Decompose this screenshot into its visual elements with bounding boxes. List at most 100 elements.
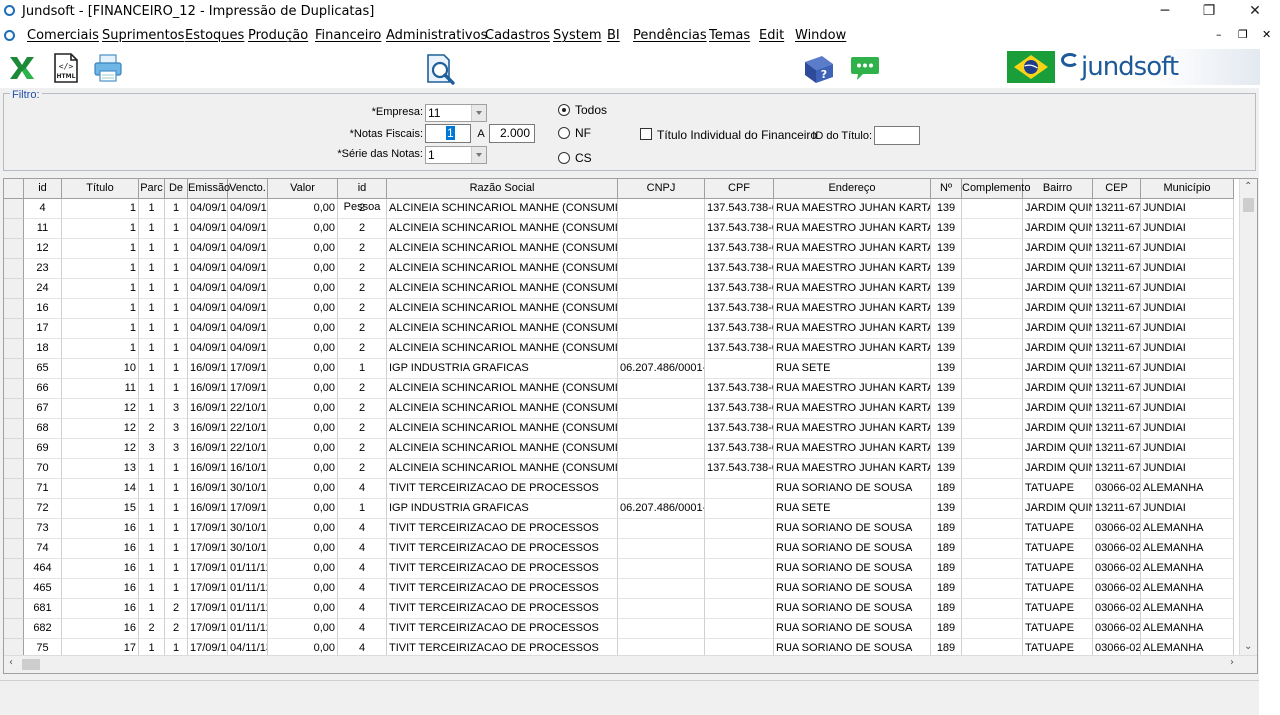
table-cell[interactable]: 0,00 [268,499,338,519]
table-cell[interactable]: 1 [62,239,139,259]
table-cell[interactable]: 3 [165,419,188,439]
table-cell[interactable]: ALCINEIA SCHINCARIOL MANHE (CONSUMIDOR) [387,219,618,239]
table-cell[interactable]: 1 [139,599,165,619]
table-row[interactable]: 74161117/09/1230/10/120,004TIVIT TERCEIR… [4,539,1234,559]
table-cell[interactable]: 1 [338,359,387,379]
table-cell[interactable]: 12 [62,419,139,439]
table-cell[interactable]: ALEMANHA [1141,539,1234,559]
table-cell[interactable] [618,219,705,239]
table-cell[interactable] [962,599,1023,619]
column-header[interactable]: CEP [1093,179,1141,198]
table-cell[interactable]: 139 [931,359,962,379]
table-cell[interactable]: 03066-020 [1093,479,1141,499]
table-cell[interactable]: 1 [139,399,165,419]
table-cell[interactable] [962,199,1023,219]
table-cell[interactable]: 1 [165,299,188,319]
table-cell[interactable]: 189 [931,519,962,539]
table-cell[interactable]: ALEMANHA [1141,519,1234,539]
table-cell[interactable]: ALEMANHA [1141,559,1234,579]
table-cell[interactable]: 2 [338,399,387,419]
table-cell[interactable]: 2 [338,239,387,259]
table-cell[interactable]: 0,00 [268,439,338,459]
row-indicator[interactable] [4,559,24,579]
table-cell[interactable]: 189 [931,579,962,599]
horizontal-scrollbar[interactable]: ‹ › [4,655,1257,673]
table-row[interactable]: 67121316/09/1222/10/120,002ALCINEIA SCHI… [4,399,1234,419]
table-cell[interactable]: 139 [931,299,962,319]
table-cell[interactable]: 137.543.738-03 [705,259,774,279]
table-cell[interactable]: 1 [165,499,188,519]
table-cell[interactable]: 16/10/12 [228,459,268,479]
radio-cs[interactable] [558,152,570,164]
table-cell[interactable] [618,479,705,499]
table-cell[interactable]: RUA MAESTRO JUHAN KARTAU [774,259,931,279]
table-cell[interactable]: ALEMANHA [1141,579,1234,599]
table-cell[interactable]: JUNDIAI [1141,199,1234,219]
table-cell[interactable]: TATUAPE [1023,619,1093,639]
column-header[interactable]: CNPJ [618,179,705,198]
table-cell[interactable]: 1 [139,199,165,219]
table-cell[interactable]: 682 [24,619,62,639]
chevron-down-icon[interactable] [471,105,486,121]
table-cell[interactable]: 04/09/12 [228,319,268,339]
table-cell[interactable]: 13211-670 [1093,279,1141,299]
table-cell[interactable]: 1 [139,359,165,379]
table-cell[interactable]: JUNDIAI [1141,319,1234,339]
table-cell[interactable]: 13211-670 [1093,299,1141,319]
table-cell[interactable]: 137.543.738-03 [705,279,774,299]
table-cell[interactable]: 16 [62,539,139,559]
row-indicator[interactable] [4,319,24,339]
table-cell[interactable]: 3 [165,399,188,419]
row-indicator[interactable] [4,239,24,259]
table-cell[interactable]: 13211-670 [1093,199,1141,219]
table-cell[interactable]: ALCINEIA SCHINCARIOL MANHE (CONSUMIDOR) [387,319,618,339]
table-cell[interactable]: 16/09/12 [188,379,228,399]
row-indicator[interactable] [4,599,24,619]
table-cell[interactable]: JARDIM QUINT [1023,399,1093,419]
table-cell[interactable]: ALCINEIA SCHINCARIOL MANHE (CONSUMIDOR) [387,419,618,439]
table-cell[interactable]: 13211-670 [1093,379,1141,399]
table-row[interactable]: 1711104/09/1204/09/120,002ALCINEIA SCHIN… [4,319,1234,339]
table-cell[interactable] [618,599,705,619]
table-cell[interactable] [618,379,705,399]
table-cell[interactable]: JARDIM QUINT [1023,359,1093,379]
table-cell[interactable]: 3 [139,439,165,459]
table-cell[interactable]: 06.207.486/0001-10 [618,359,705,379]
table-cell[interactable]: 03066-020 [1093,539,1141,559]
table-cell[interactable]: 17/09/12 [188,539,228,559]
table-cell[interactable]: 1 [139,279,165,299]
table-cell[interactable]: 13211-670 [1093,439,1141,459]
table-cell[interactable]: 04/09/12 [228,339,268,359]
table-cell[interactable]: ALEMANHA [1141,599,1234,619]
table-cell[interactable]: TATUAPE [1023,479,1093,499]
table-cell[interactable]: 72 [24,499,62,519]
row-indicator[interactable] [4,439,24,459]
table-cell[interactable]: 189 [931,479,962,499]
table-cell[interactable]: 1 [139,559,165,579]
table-cell[interactable]: 1 [139,499,165,519]
table-cell[interactable]: 16 [62,599,139,619]
table-cell[interactable]: 3 [165,439,188,459]
table-cell[interactable]: 0,00 [268,479,338,499]
duplicatas-grid[interactable]: id Título Parc De Emissão Vencto. Valor id Pess… [3,178,1258,674]
table-cell[interactable] [962,279,1023,299]
table-cell[interactable]: 137.543.738-03 [705,219,774,239]
table-cell[interactable]: RUA SORIANO DE SOUSA [774,479,931,499]
table-cell[interactable]: 04/09/12 [188,259,228,279]
table-cell[interactable]: 2 [338,439,387,459]
table-cell[interactable]: JUNDIAI [1141,239,1234,259]
table-cell[interactable]: 681 [24,599,62,619]
table-cell[interactable]: TATUAPE [1023,539,1093,559]
table-cell[interactable]: 01/11/12 [228,599,268,619]
table-cell[interactable] [962,379,1023,399]
table-cell[interactable]: 16/09/12 [188,499,228,519]
table-cell[interactable] [962,319,1023,339]
table-cell[interactable]: 17/09/12 [228,499,268,519]
radio-todos[interactable] [558,104,570,116]
row-indicator[interactable] [4,459,24,479]
mdi-close-button[interactable]: ✕ [1262,28,1271,41]
table-cell[interactable]: 2 [338,299,387,319]
table-cell[interactable] [962,299,1023,319]
menu-financeiro[interactable]: Financeiro [315,28,381,43]
table-cell[interactable]: 2 [165,599,188,619]
